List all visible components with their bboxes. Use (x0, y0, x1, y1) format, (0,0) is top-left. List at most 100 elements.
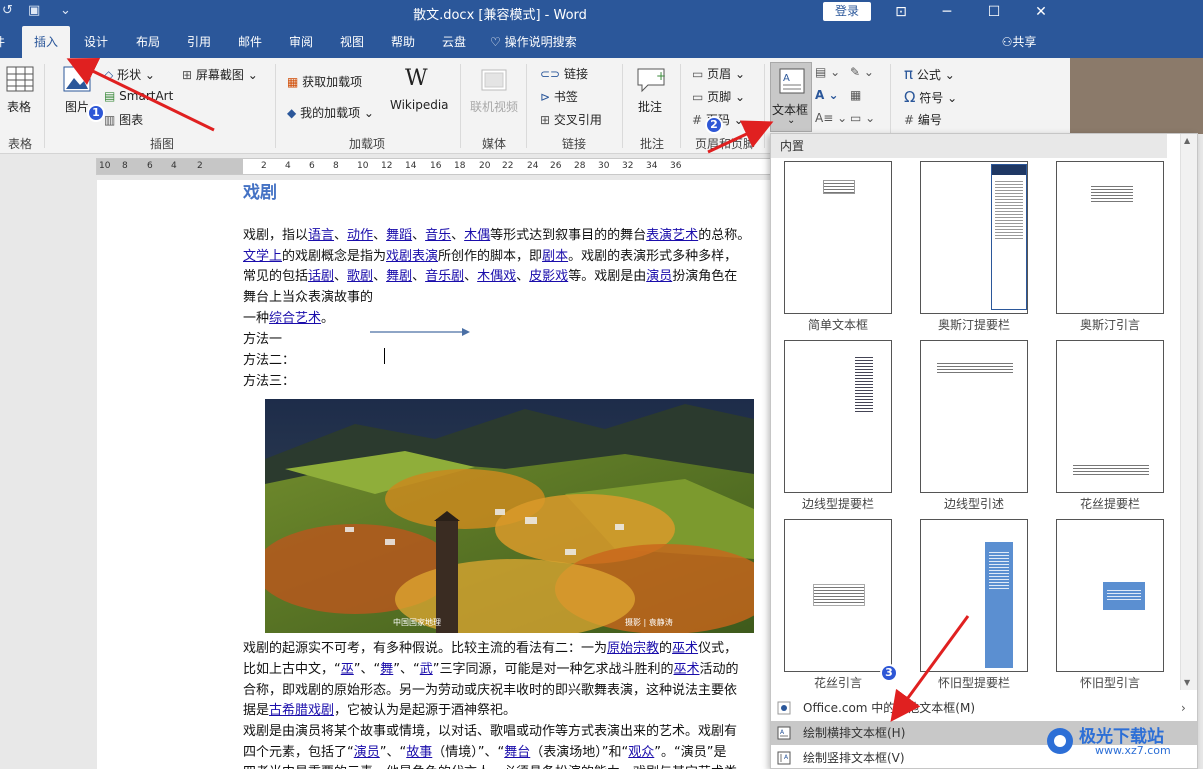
doc-hyperlink[interactable]: 戏剧表演 (386, 249, 438, 264)
quick-parts-icon[interactable]: ▤ ⌄ (815, 65, 840, 79)
doc-hyperlink[interactable]: 皮影戏 (529, 269, 568, 284)
doc-hyperlink[interactable]: 剧本 (542, 249, 568, 264)
tab-help[interactable]: 帮助 (383, 26, 423, 58)
get-addins-button[interactable]: ▦ 获取加载项 (287, 73, 362, 90)
doc-text: ”。“演员”是 (654, 745, 727, 760)
doc-hyperlink[interactable]: 舞 (380, 662, 393, 677)
ribbon-display-icon[interactable]: ⊡ (878, 0, 924, 26)
gallery-scrollbar[interactable]: ▲ ▼ (1180, 134, 1197, 690)
doc-hyperlink[interactable]: 舞台 (504, 745, 530, 760)
thumb-preview (1091, 184, 1133, 202)
tab-review[interactable]: 审阅 (281, 26, 321, 58)
wikipedia-button[interactable]: Wikipedia (390, 98, 449, 112)
gallery-item-retro-sidebar[interactable] (920, 519, 1028, 672)
doc-hyperlink[interactable]: 舞剧 (386, 269, 412, 284)
symbol-button[interactable]: Ω 符号 ⌄ (904, 88, 957, 106)
doc-hyperlink[interactable]: 故事 (406, 745, 432, 760)
ruler-tick-label: 8 (122, 161, 128, 171)
my-addins-button[interactable]: ◆ 我的加载项 ⌄ (287, 104, 374, 121)
doc-hyperlink[interactable]: 巫术 (674, 662, 700, 677)
ruler-tick-label: 32 (622, 161, 634, 171)
bookmark-button[interactable]: ⊳ 书签 (540, 88, 578, 105)
wordart-icon[interactable]: A ⌄ (815, 88, 839, 102)
scroll-down-icon[interactable]: ▼ (1184, 678, 1190, 687)
screenshot-button[interactable]: ⊞ 屏幕截图 ⌄ (182, 66, 258, 83)
maximize-icon[interactable]: ☐ (971, 0, 1017, 26)
tab-mailings[interactable]: 邮件 (230, 26, 270, 58)
close-icon[interactable]: ✕ (1018, 0, 1064, 26)
gallery-item-sideline-sidebar[interactable] (784, 340, 892, 493)
number-icon: # (904, 113, 915, 127)
doc-hyperlink[interactable]: 原始宗教 (607, 641, 659, 656)
doc-hyperlink[interactable]: 武 (420, 662, 433, 677)
tab-design[interactable]: 设计 (76, 26, 116, 58)
textbox-button[interactable]: A 文本框 ⌄ (770, 62, 812, 132)
undo-icon[interactable]: ↺ (2, 3, 13, 18)
login-button[interactable]: 登录 (823, 2, 871, 21)
doc-hyperlink[interactable]: 语言 (308, 228, 334, 243)
chart-button[interactable]: ▥ 图表 (104, 111, 143, 128)
share-button[interactable]: ⚇共享 (994, 26, 1044, 58)
doc-para3-line-2: 四个元素，包括了“演员”、“故事（情境）”、“舞台（表演场地）”和“观众”。“演… (243, 741, 726, 760)
smartart-button[interactable]: ▤ SmartArt (104, 89, 173, 103)
doc-para2-line-1: 戏剧的起源实不可考，有多种假说。比较主流的看法有二：一为原始宗教的巫术仪式， (243, 637, 737, 656)
minimize-icon[interactable]: ─ (924, 0, 970, 26)
gallery-item-filigree-quote[interactable] (784, 519, 892, 672)
picture-button[interactable]: 图片 (65, 98, 89, 115)
doc-hyperlink[interactable]: 舞蹈 (386, 228, 412, 243)
table-button[interactable]: 表格 (7, 98, 31, 115)
object-icon[interactable]: ▭ ⌄ (850, 111, 875, 125)
tab-insert[interactable]: 插入 (22, 26, 70, 58)
header-button[interactable]: ▭ 页眉 ⌄ (692, 65, 745, 82)
touch-mode-icon[interactable]: ▣ (28, 3, 40, 18)
tab-cloud[interactable]: 云盘 (434, 26, 474, 58)
doc-hyperlink[interactable]: 综合艺术 (269, 311, 321, 326)
doc-hyperlink[interactable]: 观众 (628, 745, 654, 760)
more-textboxes-office[interactable]: Office.com 中的其他文本框(M) › (771, 696, 1197, 720)
doc-hyperlink[interactable]: 话剧 (308, 269, 334, 284)
doc-hyperlink[interactable]: 表演艺术 (646, 228, 698, 243)
date-time-icon[interactable]: ▦ (850, 88, 861, 102)
link-button[interactable]: ⊂⊃ 链接 (540, 65, 588, 82)
cross-reference-button[interactable]: ⊞ 交叉引用 (540, 111, 602, 128)
doc-text: 、 (373, 269, 387, 284)
gallery-item-austin-sidebar[interactable] (920, 161, 1028, 314)
doc-hyperlink[interactable]: 演员 (354, 745, 380, 760)
signature-line-icon[interactable]: ✎ ⌄ (850, 65, 874, 79)
doc-hyperlink[interactable]: 木偶戏 (477, 269, 516, 284)
doc-hyperlink[interactable]: 歌剧 (347, 269, 373, 284)
gallery-item-filigree-sidebar[interactable] (1056, 340, 1164, 493)
doc-hyperlink[interactable]: 演员 (646, 269, 672, 284)
tell-me-box[interactable]: ♡ 操作说明搜索 (490, 26, 600, 58)
scroll-up-icon[interactable]: ▲ (1184, 136, 1190, 145)
tab-layout[interactable]: 布局 (128, 26, 168, 58)
gallery-item-austin-quote[interactable] (1056, 161, 1164, 314)
shapes-button[interactable]: ◇ 形状 ⌄ (104, 66, 155, 83)
customize-qat-icon[interactable]: ⌄ (60, 3, 71, 18)
doc-hyperlink[interactable]: 文学上 (243, 249, 282, 264)
gallery-item-simple-textbox[interactable] (784, 161, 892, 314)
number-button[interactable]: # 编号 (904, 111, 942, 128)
gallery-label: 奥斯汀提要栏 (937, 318, 1010, 332)
new-comment-button[interactable]: 批注 (638, 98, 662, 115)
doc-hyperlink[interactable]: 巫术 (672, 641, 698, 656)
doc-hyperlink[interactable]: 音乐剧 (425, 269, 464, 284)
doc-para2-line-3: 合称，即戏剧的原始形态。另一为劳动或庆祝丰收时的即兴歌舞表演，这种说法主要依 (243, 683, 738, 698)
equation-button[interactable]: π 公式 ⌄ (904, 65, 955, 83)
thumb-preview (823, 180, 855, 194)
tab-file-partial[interactable]: 件 (0, 26, 10, 58)
doc-hyperlink[interactable]: 音乐 (425, 228, 451, 243)
doc-hyperlink[interactable]: 巫 (341, 662, 354, 677)
tab-references[interactable]: 引用 (179, 26, 219, 58)
footer-button[interactable]: ▭ 页脚 ⌄ (692, 88, 745, 105)
online-video-button[interactable]: 联机视频 (470, 98, 518, 115)
tab-view[interactable]: 视图 (332, 26, 372, 58)
drop-cap-icon[interactable]: A≡ ⌄ (815, 111, 847, 125)
landscape-photo[interactable]: 中国国家地理 摄影 | 袁静涛 (265, 399, 754, 633)
doc-hyperlink[interactable]: 木偶 (464, 228, 490, 243)
doc-arrow-shape[interactable] (368, 326, 472, 338)
doc-hyperlink[interactable]: 古希腊戏剧 (269, 703, 334, 718)
gallery-item-sideline-quote[interactable] (920, 340, 1028, 493)
doc-hyperlink[interactable]: 动作 (347, 228, 373, 243)
gallery-item-retro-quote[interactable] (1056, 519, 1164, 672)
